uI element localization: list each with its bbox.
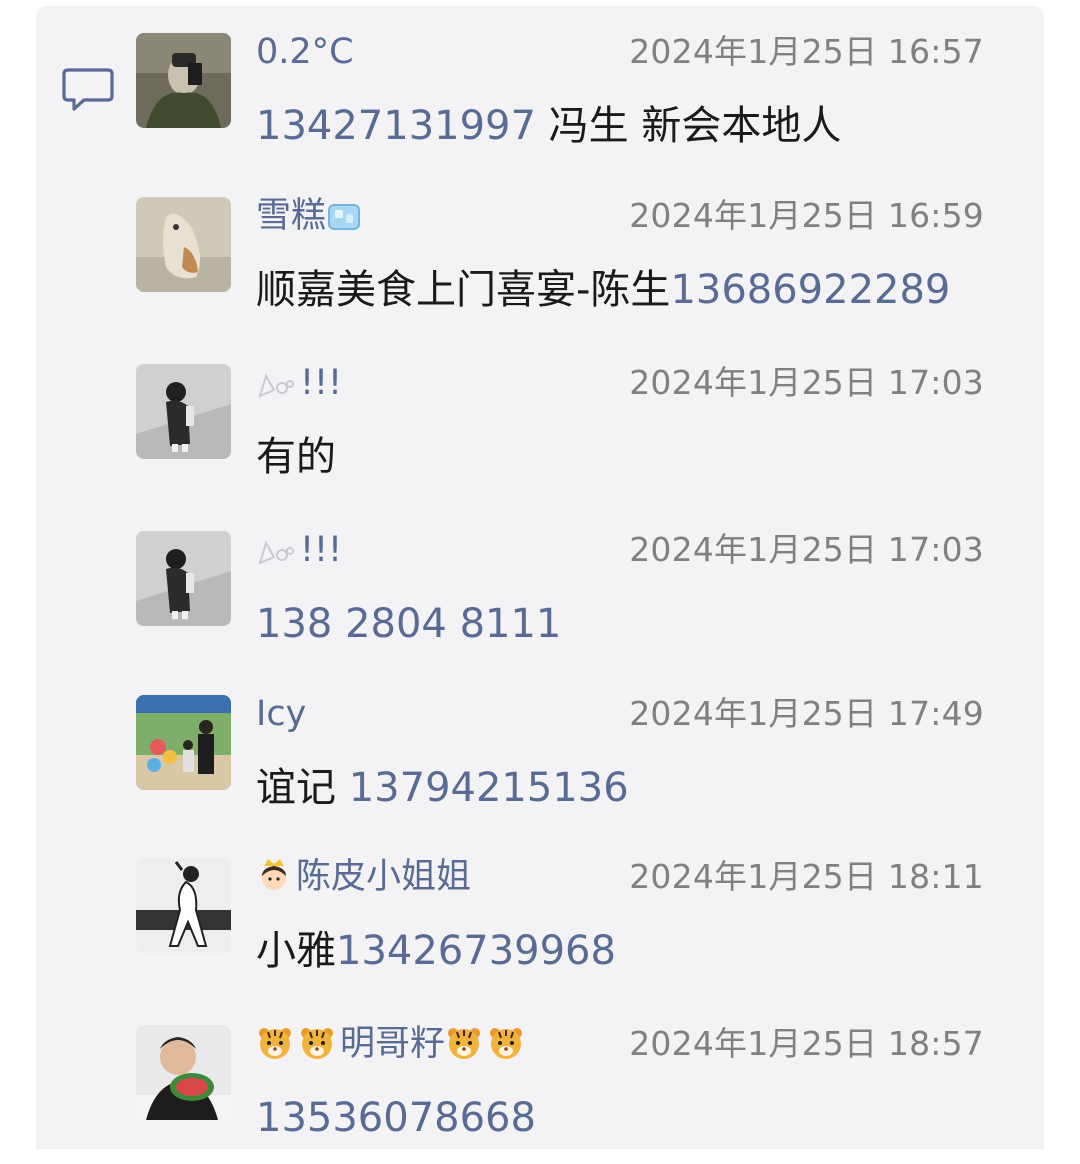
- avatar[interactable]: [136, 197, 231, 292]
- comment-timestamp: 2024年1月25日 18:11: [629, 857, 984, 896]
- avatar[interactable]: [136, 531, 231, 626]
- phone-link[interactable]: 13536078668: [256, 1095, 536, 1141]
- comment-item[interactable]: !!! 2024年1月25日 17:03 138 2804 8111: [36, 504, 1044, 670]
- comment-item[interactable]: 0.2°C 2024年1月25日 16:57 13427131997 冯生 新会…: [36, 6, 1044, 172]
- decorative-flower-icon: [258, 540, 294, 565]
- comment-item[interactable]: 雪糕 2024年1月25日 16:59 顺嘉美食上门喜宴-陈生136869222…: [36, 170, 1044, 336]
- comment-text-prefix: 谊记: [256, 765, 349, 811]
- comment-timestamp: 2024年1月25日 18:57: [629, 1024, 984, 1063]
- comment-item[interactable]: !!! 2024年1月25日 17:03 有的: [36, 337, 1044, 503]
- phone-link[interactable]: 13427131997: [256, 103, 536, 149]
- commenter-name[interactable]: 0.2°C: [256, 30, 354, 74]
- comment-text-prefix: 小雅: [256, 928, 336, 974]
- ice-cube-icon: [328, 204, 361, 230]
- phone-link[interactable]: 13426739968: [336, 928, 616, 974]
- avatar[interactable]: [136, 33, 231, 128]
- commenter-name[interactable]: !!!: [256, 361, 342, 405]
- princess-icon: [262, 859, 286, 890]
- comment-timestamp: 2024年1月25日 16:59: [629, 196, 984, 235]
- commenter-name[interactable]: 陈皮小姐姐: [256, 855, 471, 899]
- comment-text: 13427131997 冯生 新会本地人: [256, 100, 841, 152]
- comment-text: 谊记 13794215136: [256, 762, 629, 814]
- avatar[interactable]: [136, 695, 231, 790]
- decorative-flower-icon: [258, 373, 294, 398]
- comment-item[interactable]: 明哥籽 2024年1月25日 18:57 13536078668: [36, 998, 1044, 1164]
- comment-timestamp: 2024年1月25日 16:57: [629, 32, 984, 71]
- phone-link[interactable]: 13794215136: [349, 765, 629, 811]
- avatar[interactable]: [136, 1025, 231, 1120]
- phone-link[interactable]: 138 2804 8111: [256, 601, 561, 647]
- comment-timestamp: 2024年1月25日 17:03: [629, 363, 984, 402]
- commenter-name[interactable]: Icy: [256, 692, 306, 736]
- comment-item[interactable]: Icy 2024年1月25日 17:49 谊记 13794215136: [36, 668, 1044, 834]
- comment-text-suffix: 冯生 新会本地人: [535, 103, 842, 149]
- commenter-name[interactable]: !!!: [256, 528, 342, 572]
- tiger-face-icon: [448, 1028, 481, 1059]
- comment-text: 138 2804 8111: [256, 598, 561, 650]
- avatar[interactable]: [136, 858, 231, 953]
- comment-item[interactable]: 陈皮小姐姐 2024年1月25日 18:11 小雅13426739968: [36, 831, 1044, 997]
- comment-text: 有的: [256, 434, 336, 480]
- tiger-face-icon: [259, 1028, 291, 1059]
- tiger-face-icon: [301, 1028, 333, 1059]
- comment-timestamp: 2024年1月25日 17:03: [629, 530, 984, 569]
- comment-text-prefix: 顺嘉美食上门喜宴-陈生: [256, 267, 671, 313]
- commenter-name[interactable]: 明哥籽: [256, 1022, 529, 1066]
- avatar[interactable]: [136, 364, 231, 459]
- comment-timestamp: 2024年1月25日 17:49: [629, 694, 984, 733]
- tiger-face-icon: [490, 1028, 523, 1059]
- comment-text: 13536078668: [256, 1092, 536, 1144]
- phone-link[interactable]: 13686922289: [670, 267, 950, 313]
- comment-text: 顺嘉美食上门喜宴-陈生13686922289: [256, 264, 950, 316]
- comment-text: 小雅13426739968: [256, 925, 616, 977]
- commenter-name[interactable]: 雪糕: [256, 194, 366, 238]
